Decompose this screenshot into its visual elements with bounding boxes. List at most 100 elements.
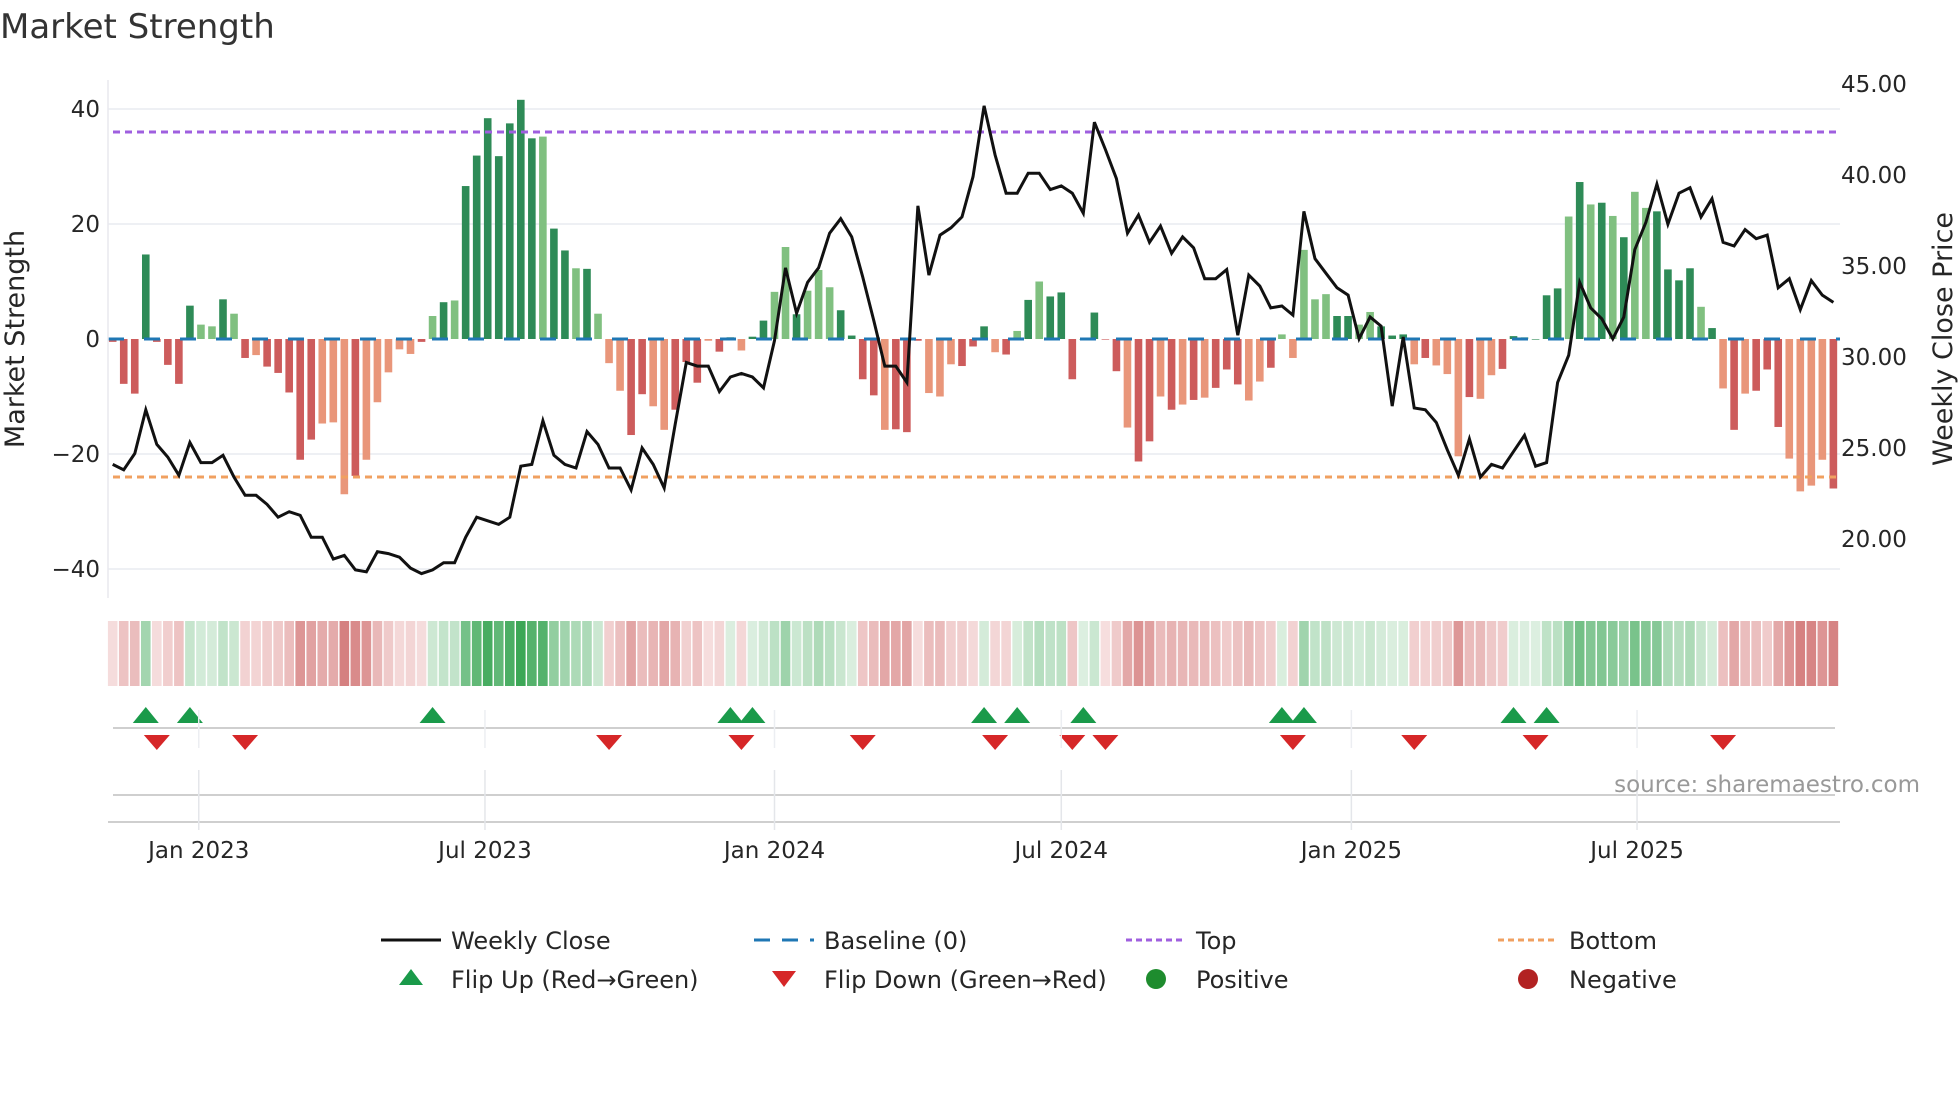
negative-dot-icon bbox=[1518, 969, 1538, 989]
heatmap-cell bbox=[1486, 621, 1497, 686]
flip-down-marker bbox=[1059, 735, 1086, 750]
flip-up-marker bbox=[1268, 707, 1295, 723]
positive-bar bbox=[1686, 268, 1694, 339]
positive-bar bbox=[219, 299, 227, 339]
chart-title: Market Strength bbox=[0, 7, 275, 47]
heatmap-cell bbox=[549, 621, 559, 686]
heatmap-cell bbox=[1420, 621, 1431, 686]
positive-bar bbox=[505, 123, 514, 339]
heatmap-cell bbox=[361, 621, 372, 686]
heatmap-cell bbox=[107, 621, 118, 686]
negative-bar bbox=[1432, 339, 1441, 366]
positive-bar bbox=[1300, 249, 1308, 339]
heatmap-cell bbox=[1354, 621, 1364, 686]
negative-bar bbox=[671, 339, 680, 410]
negative-bar bbox=[329, 339, 338, 423]
heatmap-cell bbox=[1056, 621, 1067, 686]
flip-down-marker bbox=[1092, 735, 1119, 750]
heatmap-cell bbox=[229, 621, 239, 686]
heatmap-cell bbox=[1155, 621, 1166, 686]
heatmap-cell bbox=[1210, 621, 1221, 686]
heatmap-cell bbox=[957, 621, 967, 686]
negative-bar bbox=[649, 339, 657, 407]
positive-bar bbox=[836, 310, 845, 339]
heatmap-cell bbox=[615, 621, 625, 686]
negative-bar bbox=[1487, 339, 1496, 376]
heatmap-cell bbox=[1762, 621, 1772, 686]
heatmap-cell bbox=[196, 621, 206, 686]
negative-bar bbox=[869, 339, 878, 396]
positive-bar bbox=[1278, 334, 1286, 339]
heatmap-cell bbox=[394, 621, 405, 686]
heatmap-cell bbox=[1740, 621, 1750, 686]
negative-bar bbox=[892, 339, 900, 430]
heatmap-cell bbox=[681, 621, 692, 686]
negative-bar bbox=[119, 339, 128, 384]
heatmap-cell bbox=[725, 621, 736, 686]
positive-bar bbox=[197, 324, 205, 339]
heatmap-cell bbox=[1773, 621, 1784, 686]
positive-bar bbox=[186, 305, 194, 339]
heatmap-cell bbox=[813, 621, 824, 686]
positive-bar bbox=[1311, 299, 1319, 339]
x-axis: Jan 2023 Jul 2023 Jan 2024 Jul 2024 Jan 2025… bbox=[108, 710, 1840, 864]
negative-bar bbox=[1785, 339, 1794, 459]
heatmap-cell bbox=[1398, 621, 1409, 686]
heatmap-cell bbox=[1585, 621, 1596, 686]
left-axis: 40 20 0 −20 −40 bbox=[51, 80, 109, 598]
heatmap-cell bbox=[1817, 621, 1828, 686]
positive-bar bbox=[1090, 312, 1099, 339]
heatmap-cell bbox=[1718, 621, 1728, 686]
heatmap-cell bbox=[174, 621, 184, 686]
positive-bar bbox=[1333, 316, 1341, 339]
flip-down-marker bbox=[1279, 735, 1306, 750]
positive-bar bbox=[561, 250, 569, 339]
negative-bar bbox=[1818, 339, 1827, 460]
legend-baseline-0-label: Baseline (0) bbox=[824, 927, 967, 955]
negative-bar bbox=[1421, 339, 1430, 358]
heatmap-cell bbox=[516, 621, 526, 686]
negative-bar bbox=[1068, 339, 1077, 380]
negative-bar bbox=[1134, 339, 1143, 462]
positive-bar bbox=[450, 300, 459, 339]
heatmap-cell bbox=[493, 621, 504, 686]
negative-bar bbox=[130, 339, 139, 394]
heatmap-cell bbox=[780, 621, 791, 686]
heatmap-cell bbox=[1188, 621, 1199, 686]
heatmap-cell bbox=[1508, 621, 1519, 686]
heatmap-cell bbox=[946, 621, 956, 686]
heatmap-cell bbox=[1729, 621, 1739, 686]
heatmap-cell bbox=[902, 621, 912, 686]
heatmap-cell bbox=[560, 621, 570, 686]
negative-bar bbox=[1002, 339, 1010, 355]
heatmap-cell bbox=[482, 621, 493, 686]
negative-bar bbox=[858, 339, 867, 380]
heatmap-cell bbox=[1288, 621, 1298, 686]
negative-bar bbox=[362, 339, 371, 460]
heatmap-cell bbox=[1641, 621, 1651, 686]
flip-markers-row bbox=[113, 707, 1835, 750]
negative-bar bbox=[715, 339, 724, 352]
source-note: source: sharemaestro.com bbox=[1614, 772, 1920, 798]
heatmap-cell bbox=[758, 621, 769, 686]
positive-bar bbox=[494, 156, 503, 339]
flip-up-marker bbox=[1290, 707, 1317, 723]
positive-bar bbox=[428, 316, 437, 339]
flip-up-marker bbox=[1070, 707, 1097, 723]
y2-axis-label: Weekly Close Price bbox=[1928, 212, 1959, 466]
heatmap-cell bbox=[659, 621, 669, 686]
heatmap-cell bbox=[1387, 621, 1397, 686]
heatmap-cell bbox=[1067, 621, 1078, 686]
heatmap-cell bbox=[207, 621, 217, 686]
x-tick-label: Jan 2023 bbox=[146, 838, 249, 864]
legend-flip-down-green-red-label: Flip Down (Green→Red) bbox=[824, 966, 1107, 994]
heatmap-cell bbox=[1332, 621, 1342, 686]
heatmap-cell bbox=[1552, 621, 1563, 686]
heatmap-cell bbox=[1696, 621, 1706, 686]
negative-bar bbox=[1498, 339, 1507, 369]
negative-bar bbox=[296, 339, 305, 460]
positive-bar bbox=[1024, 299, 1032, 339]
positive-bar bbox=[759, 320, 768, 339]
heatmap-cell bbox=[1519, 621, 1530, 686]
positive-bar bbox=[1608, 215, 1617, 339]
